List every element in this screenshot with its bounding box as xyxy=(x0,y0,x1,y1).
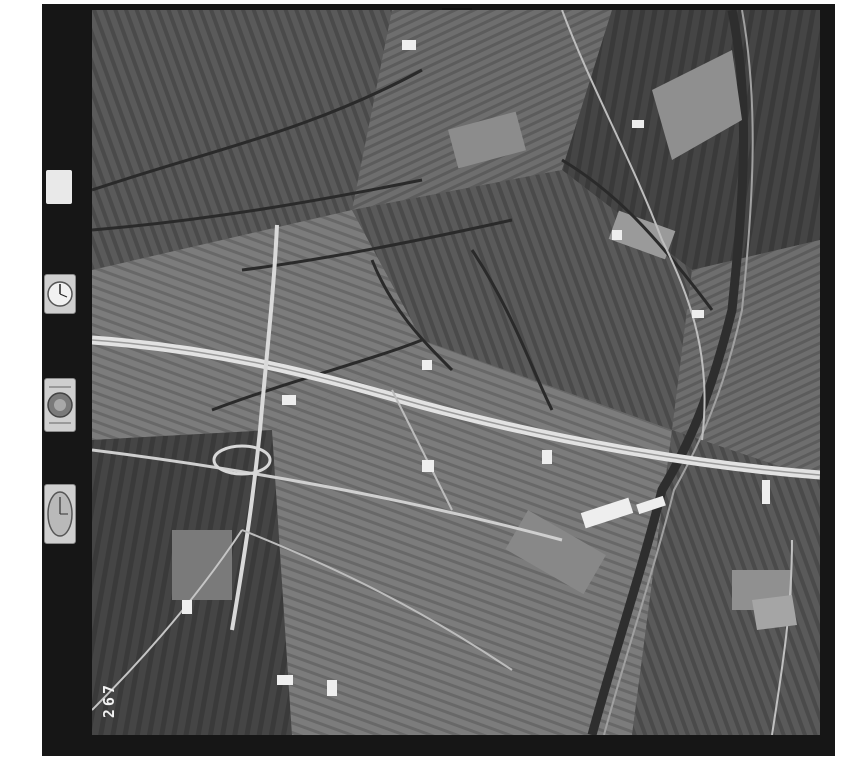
aerial-landscape xyxy=(92,10,820,735)
light-field xyxy=(172,530,232,600)
aerial-photograph xyxy=(92,10,820,735)
altimeter-dial-icon xyxy=(44,274,76,314)
quarry xyxy=(752,595,797,630)
frame-number: 267 xyxy=(100,682,118,719)
note-card xyxy=(46,170,72,204)
clock-dial-icon xyxy=(44,484,76,544)
level-bubble-icon xyxy=(44,378,76,432)
